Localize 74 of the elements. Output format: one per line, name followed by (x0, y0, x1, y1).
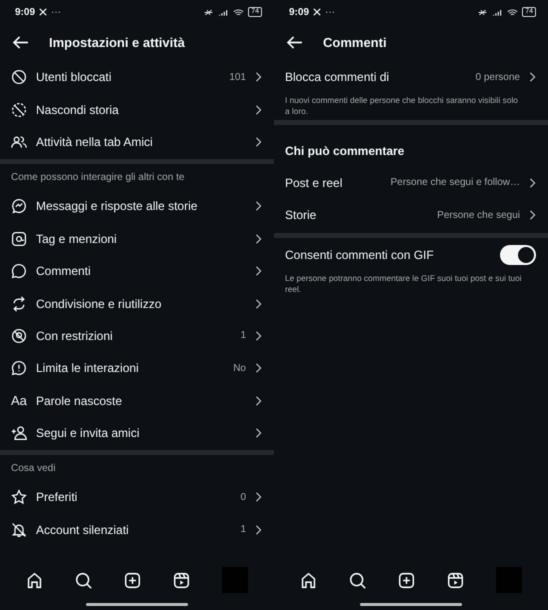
settings-item[interactable]: Utenti bloccati 101 (0, 61, 274, 94)
chevron-icon (255, 396, 262, 406)
settings-item[interactable]: Account silenziati 1 (0, 514, 274, 546)
status-more: ··· (51, 6, 62, 18)
chevron-icon (529, 72, 536, 82)
muted-bell-icon (11, 522, 27, 538)
repeat-icon (11, 296, 27, 312)
settings-item[interactable]: Messaggi e risposte alle storie (0, 190, 274, 223)
chevron-icon (255, 266, 262, 276)
chevron-icon (529, 210, 536, 220)
reels-icon[interactable] (173, 572, 190, 588)
chevron-icon (255, 363, 262, 374)
toggle-switch[interactable] (500, 244, 536, 265)
restrict-icon (11, 328, 27, 344)
settings-item[interactable]: Con restrizioni 1 (0, 320, 274, 352)
chevron-icon (255, 492, 262, 502)
add-person-icon (11, 425, 27, 442)
settings-item[interactable]: Aa Parole nascoste (0, 384, 274, 417)
help-text: I nuovi commenti delle persone che blocchi saranno visibili solo a loro. (284, 94, 519, 118)
help-text: Le persone potranno commentare le GIF suoi tuoi post e sui tuoi reel. (284, 272, 523, 296)
status-more: ··· (325, 6, 336, 18)
settings-item[interactable]: Post e reel Persone che segui e follow… (274, 166, 548, 200)
back-arrow-icon[interactable] (12, 36, 29, 48)
settings-item[interactable]: Commenti (0, 254, 274, 288)
home-icon[interactable] (26, 572, 43, 588)
settings-item[interactable]: Condivisione e riutilizzo (0, 287, 274, 320)
chevron-icon (255, 234, 262, 244)
cross-icon (313, 8, 322, 16)
chevron-icon (255, 104, 262, 115)
section-label: Cosa vedi (10, 462, 56, 476)
status-time: 9:09 (289, 6, 310, 18)
chevron-icon (529, 178, 536, 188)
cross-icon (39, 8, 48, 16)
reels-icon[interactable] (447, 572, 464, 588)
chevron-icon (255, 136, 262, 147)
search-icon[interactable] (349, 572, 366, 588)
settings-item[interactable]: Nascondi storia (0, 93, 274, 126)
settings-item[interactable]: Tag e menzioni (0, 222, 274, 255)
comment-icon (11, 263, 27, 280)
chevron-icon (255, 524, 262, 535)
toggle-label: Consenti commenti con GIF (285, 248, 435, 262)
settings-item[interactable]: Preferiti 0 (0, 481, 274, 514)
settings-item[interactable]: Blocca commenti di 0 persone (274, 61, 548, 94)
at-sign-icon (11, 230, 27, 247)
settings-item[interactable]: Segui e invita amici (0, 416, 274, 450)
alert-bubble-icon (11, 360, 27, 376)
signal-icon (492, 8, 504, 16)
section-label: Come possono interagire gli altri con te (10, 171, 186, 186)
settings-item[interactable]: Limita le interazioni No (0, 352, 274, 385)
chevron-icon (255, 330, 262, 341)
settings-item[interactable]: Attività nella tab Amici (0, 126, 274, 158)
signal-icon (218, 8, 230, 16)
section-heading: Chi può commentare (284, 142, 406, 160)
chevron-icon (255, 72, 262, 82)
status-time: 9:09 (15, 6, 36, 18)
add-icon[interactable] (398, 572, 415, 588)
dashed-circle-icon (11, 102, 27, 118)
home-icon[interactable] (300, 572, 317, 588)
screen-title: Commenti (323, 34, 387, 50)
block-icon (11, 69, 27, 86)
wifi-icon (233, 8, 244, 16)
chat-bolt-icon (11, 198, 27, 214)
wifi-icon (507, 8, 518, 16)
search-icon[interactable] (75, 572, 92, 588)
chevron-icon (255, 201, 262, 212)
star-icon (11, 489, 27, 506)
add-icon[interactable] (124, 572, 141, 588)
chevron-icon (255, 298, 262, 309)
back-arrow-icon[interactable] (286, 36, 303, 48)
people-icon (11, 134, 27, 150)
settings-item[interactable]: Storie Persone che segui (274, 199, 548, 232)
text-icon: Aa (11, 393, 27, 408)
chevron-icon (255, 428, 262, 438)
screen-title: Impostazioni e attività (49, 34, 185, 50)
